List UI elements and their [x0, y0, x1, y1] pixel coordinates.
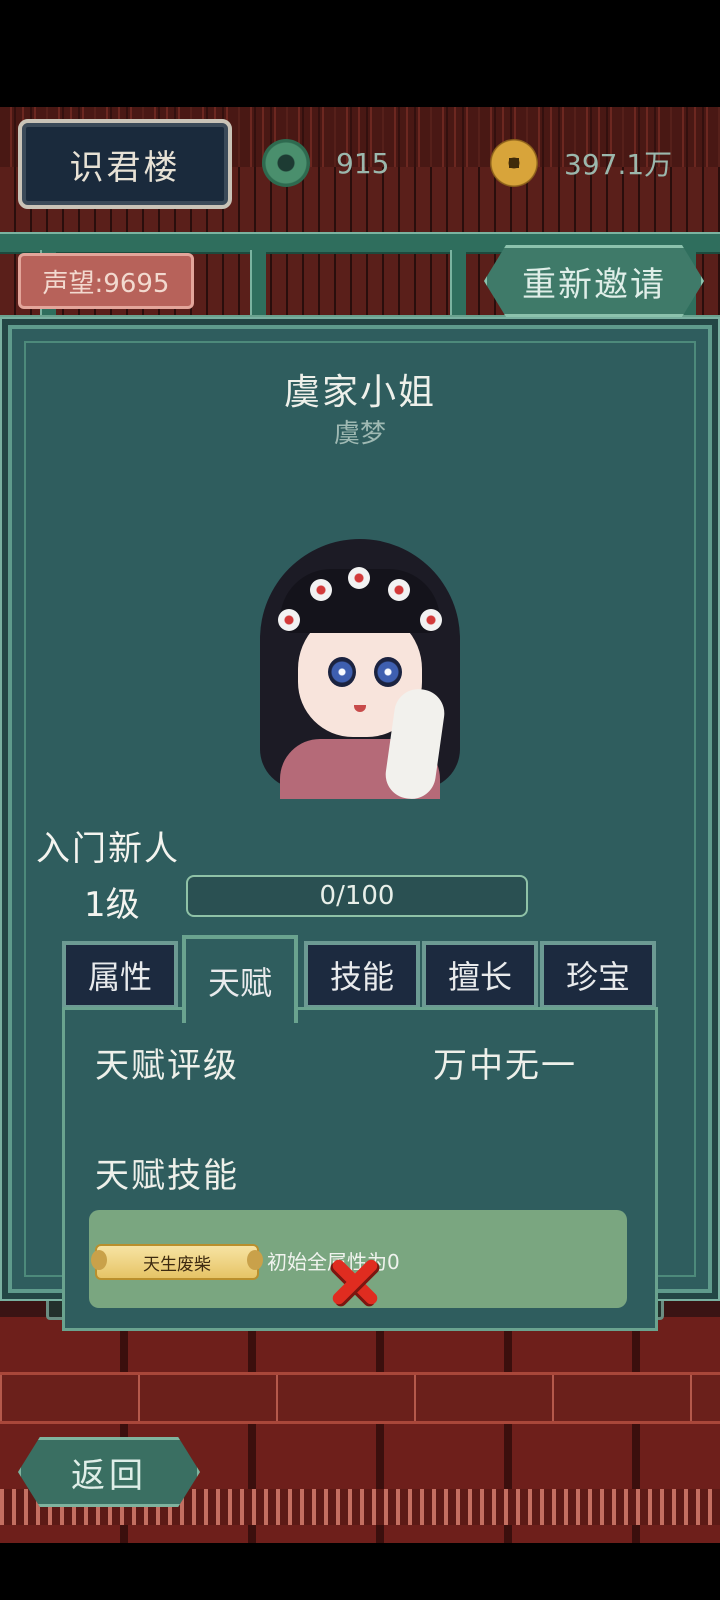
character-detail-modal: 虞家小姐 虞梦 入门新人 1级 0/100 属性 天赋 技能 擅长 珍宝 天赋评… — [8, 325, 712, 1331]
tab-treasure[interactable]: 珍宝 — [540, 941, 656, 1009]
close-icon[interactable] — [322, 1249, 388, 1315]
talent-skill-name: 天生废柴 — [143, 1254, 211, 1275]
tab-label: 珍宝 — [565, 958, 630, 996]
headdress-flower — [388, 579, 410, 601]
building-title: 识君楼 — [69, 147, 181, 188]
tab-label: 属性 — [87, 958, 152, 996]
detail-tabs: 属性 天赋 技能 擅长 珍宝 — [62, 935, 658, 1023]
jade-resource: 915 — [262, 137, 389, 189]
talent-skill-badge[interactable]: 天生废柴 — [91, 1244, 263, 1280]
headdress-flower — [348, 567, 370, 589]
lattice-railing — [0, 1372, 720, 1424]
portrait-eye — [374, 657, 402, 687]
headdress-flower — [278, 609, 300, 631]
character-name: 虞梦 — [333, 419, 386, 449]
character-title: 虞家小姐 — [283, 372, 436, 413]
talent-rating-value: 万中无一 — [433, 1046, 577, 1086]
jade-amount: 915 — [336, 146, 390, 180]
tab-label: 天赋 — [207, 964, 272, 1002]
tab-attributes[interactable]: 属性 — [62, 941, 178, 1009]
gold-amount: 397.1万 — [564, 148, 673, 181]
fame-value: 声望:9695 — [42, 268, 170, 299]
fame-badge: 声望:9695 — [18, 253, 194, 309]
exp-text: 0/100 — [319, 881, 395, 911]
building-title-plaque: 识君楼 — [18, 119, 232, 209]
gold-coin-icon — [490, 139, 538, 187]
tab-skills[interactable]: 技能 — [304, 941, 420, 1009]
gold-resource: 397.1万 — [490, 137, 672, 189]
jade-coin-icon — [262, 139, 310, 187]
headdress-flower — [420, 609, 442, 631]
rail-post — [450, 250, 466, 316]
reinvite-button[interactable]: 重新邀请 — [484, 245, 704, 317]
exp-bar: 0/100 — [186, 875, 528, 917]
tab-talent[interactable]: 天赋 — [182, 935, 298, 1023]
talent-skills-label: 天赋技能 — [95, 1156, 239, 1196]
back-button[interactable]: 返回 — [18, 1437, 200, 1507]
game-scene: 识君楼 915 397.1万 声望:9695 重新邀请 虞家小姐 虞梦 入门新人… — [0, 107, 720, 1543]
tab-specialty[interactable]: 擅长 — [422, 941, 538, 1009]
character-rank: 入门新人 — [36, 829, 180, 869]
tab-label: 技能 — [329, 958, 394, 996]
back-label: 返回 — [71, 1455, 147, 1496]
talent-rating-label: 天赋评级 — [95, 1046, 239, 1086]
portrait-eye — [328, 657, 356, 687]
reinvite-label: 重新邀请 — [522, 264, 666, 305]
headdress-flower — [310, 579, 332, 601]
rail-post — [250, 250, 266, 316]
character-portrait — [250, 509, 470, 799]
character-level: 1级 — [84, 885, 140, 925]
tab-label: 擅长 — [447, 958, 512, 996]
